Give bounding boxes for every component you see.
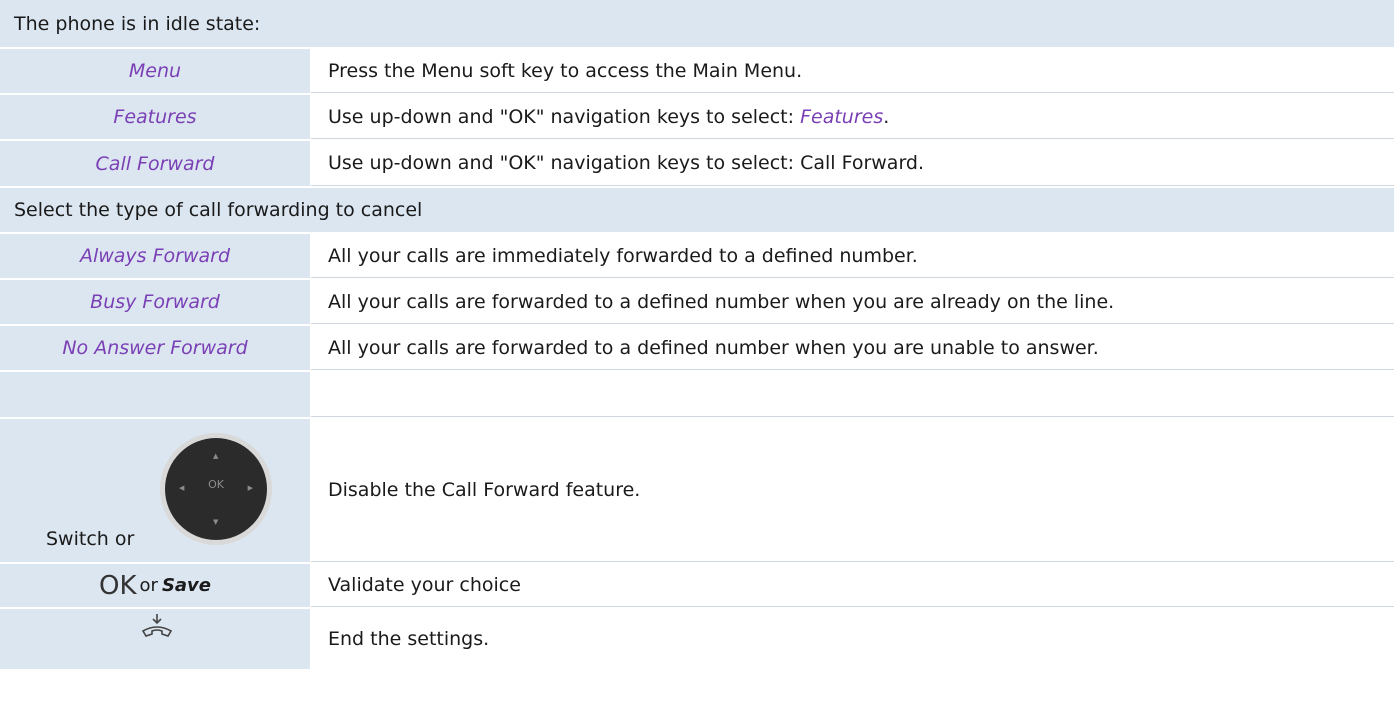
navigation-pad-ok-label: OK <box>208 478 224 491</box>
row-end: End the settings. <box>0 609 1394 669</box>
switch-or-label: Switch or <box>46 528 135 550</box>
blank-right-cell <box>310 372 1394 417</box>
end-cell <box>0 609 310 669</box>
features-description-em: Features <box>800 105 884 128</box>
call-forward-description: Use up-down and "OK" navigation keys to … <box>310 141 1394 186</box>
busy-forward-description: All your calls are forwarded to a define… <box>310 280 1394 324</box>
row-no-answer-forward: No Answer Forward All your calls are for… <box>0 326 1394 372</box>
switch-cell: ▲ ▼ ◀ ▶ OK Switch or <box>0 419 310 562</box>
section-header-type-text: Select the type of call forwarding to ca… <box>14 199 423 221</box>
row-call-forward: Call Forward Use up-down and "OK" naviga… <box>0 141 1394 188</box>
validate-cell: OK or Save <box>0 564 310 607</box>
features-key-label: Features <box>0 95 310 139</box>
no-answer-forward-description: All your calls are forwarded to a define… <box>310 326 1394 370</box>
row-busy-forward: Busy Forward All your calls are forwarde… <box>0 280 1394 326</box>
row-blank <box>0 372 1394 419</box>
switch-description: Disable the Call Forward feature. <box>310 419 1394 562</box>
section-header-idle: The phone is in idle state: <box>0 0 1394 49</box>
menu-description: Press the Menu soft key to access the Ma… <box>310 49 1394 93</box>
always-forward-description: All your calls are immediately forwarded… <box>310 234 1394 278</box>
hang-up-icon <box>141 614 173 637</box>
row-features: Features Use up-down and "OK" navigation… <box>0 95 1394 141</box>
save-key-label: Save <box>161 575 211 596</box>
validate-description: Validate your choice <box>310 564 1394 607</box>
no-answer-forward-label: No Answer Forward <box>0 326 310 370</box>
menu-key-label: Menu <box>0 49 310 93</box>
features-description-prefix: Use up-down and "OK" navigation keys to … <box>328 105 801 128</box>
always-forward-label: Always Forward <box>0 234 310 278</box>
row-always-forward: Always Forward All your calls are immedi… <box>0 234 1394 280</box>
instruction-table: The phone is in idle state: Menu Press t… <box>0 0 1394 669</box>
blank-left-cell <box>0 372 310 417</box>
busy-forward-label: Busy Forward <box>0 280 310 324</box>
features-description: Use up-down and "OK" navigation keys to … <box>310 95 1394 139</box>
row-validate: OK or Save Validate your choice <box>0 564 1394 609</box>
section-header-idle-text: The phone is in idle state: <box>14 12 261 35</box>
navigation-pad-icon: ▲ ▼ ◀ ▶ OK <box>160 433 272 545</box>
row-switch: ▲ ▼ ◀ ▶ OK Switch or Disable the Call Fo… <box>0 419 1394 564</box>
features-description-suffix: . <box>883 105 890 128</box>
ok-key-label: OK <box>99 570 137 601</box>
end-description: End the settings. <box>310 609 1394 669</box>
row-menu: Menu Press the Menu soft key to access t… <box>0 49 1394 95</box>
or-label: or <box>139 575 158 596</box>
call-forward-key-label: Call Forward <box>0 141 310 186</box>
section-header-type: Select the type of call forwarding to ca… <box>0 188 1394 234</box>
